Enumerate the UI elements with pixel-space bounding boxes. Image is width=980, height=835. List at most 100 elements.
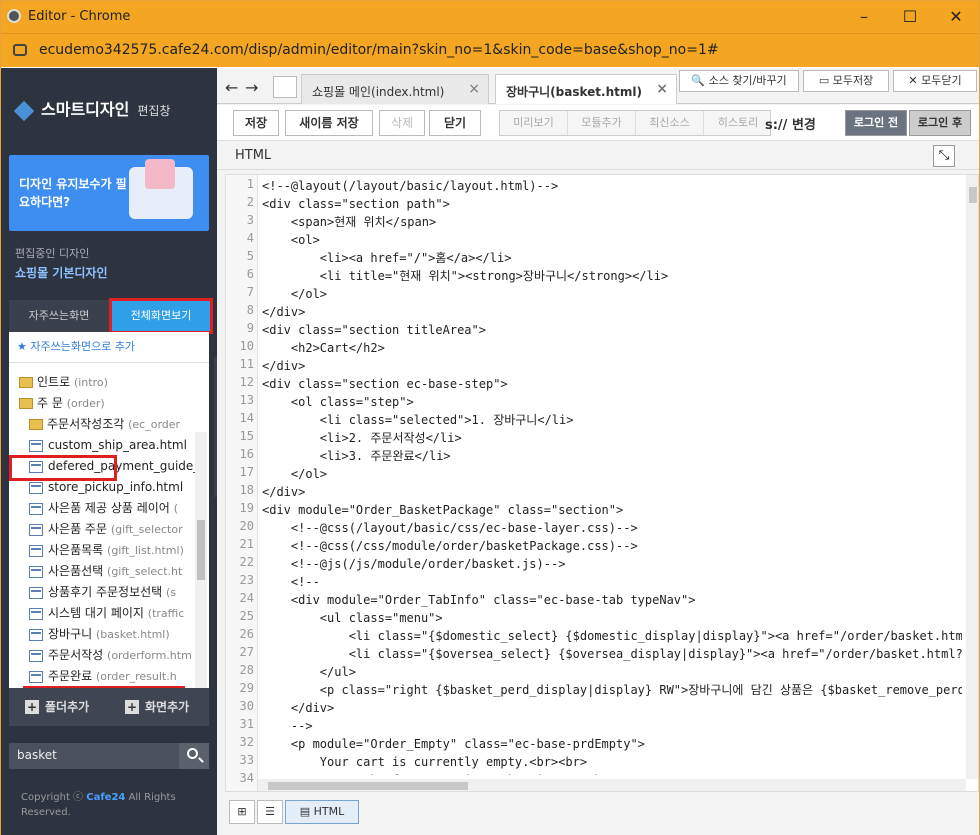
code-line[interactable]: <!-- [262,573,320,591]
tab-index[interactable]: 쇼핑몰 메인(index.html) × [301,74,489,104]
tab-list-icon[interactable] [273,76,297,98]
login-before-button[interactable]: 로그인 전 [845,110,907,136]
promo-banner[interactable]: 디자인 유지보수가 필요하다면? [9,155,209,231]
code-area[interactable]: <!--@layout(/layout/basic/layout.html)--… [262,175,962,775]
minimize-button[interactable]: – [841,1,887,33]
code-line[interactable]: </div> [262,483,305,501]
code-line[interactable]: <!--@layout(/layout/basic/layout.html)--… [262,177,558,195]
tree-item[interactable]: 주문서작성 (orderform.htm [29,645,192,665]
tree-vertical-scrollbar[interactable] [195,432,207,720]
list-view-icon[interactable]: ☰ [257,800,283,824]
code-line[interactable]: <!--@css(/css/module/order/basketPackage… [262,537,638,555]
tab-all-screens[interactable]: 전체화면보기 [109,298,213,334]
code-line[interactable]: <div class="section titleArea"> [262,321,486,339]
editor-vertical-scrollbar[interactable] [966,175,978,779]
code-line[interactable]: <p class="right {$basket_perd_display|di… [262,681,962,699]
close-tab-icon[interactable]: × [656,81,668,97]
scroll-thumb[interactable] [197,520,205,580]
save-all-label: 모두저장 [832,74,874,87]
add-folder-button[interactable]: + 폴더추가 [25,698,89,715]
code-line[interactable]: <span>현재 위치</span> [262,213,436,231]
code-line[interactable]: <li class="{$oversea_select} {$oversea_d… [262,645,962,663]
add-favorite-link[interactable]: ★ 자주쓰는화면으로 추가 [17,338,135,354]
tree-item[interactable]: 주문완료 (order_result.h [29,666,177,686]
code-line[interactable]: </div> [262,303,305,321]
back-arrow-icon[interactable]: ← [225,78,238,97]
close-tab-icon[interactable]: × [468,81,480,97]
code-editor[interactable]: 1 2 3 4 5 6 7 8 9 10 11 12 13 14 15 16 17 18 19 20 21 22 23 24 2… [225,174,979,792]
line-number: 9 [246,321,254,335]
code-line[interactable]: <ol> [262,231,320,249]
code-line[interactable]: <h2>Cart</h2> [262,339,385,357]
code-line[interactable]: </div> [262,357,305,375]
code-line[interactable]: <p module="Order_Empty" class="ec-base-p… [262,735,645,753]
line-number: 6 [246,267,254,281]
code-line[interactable]: <li title="현재 위치"><strong>장바구니</strong><… [262,267,668,285]
code-line[interactable]: </div> [262,699,334,717]
tree-item[interactable]: 사은품선택 (gift_select.ht [29,561,182,581]
preview-button[interactable]: 미리보기 [500,111,568,135]
grid-view-icon[interactable]: ⊞ [229,800,255,824]
forward-arrow-icon[interactable]: → [245,78,258,97]
code-line[interactable]: <a href="/">Continue Shopping</a><br> [262,771,616,775]
add-screen-button[interactable]: + 화면추가 [125,698,189,715]
tree-item[interactable]: 상품후기 주문정보선택 (s [29,582,176,602]
site-info-icon[interactable] [13,44,27,56]
code-line[interactable]: </ul> [262,663,356,681]
code-line[interactable]: <!--@js(/js/module/order/basket.js)--> [262,555,566,573]
latest-source-button[interactable]: 최신소스 [636,111,704,135]
history-button[interactable]: 히스토리 [704,111,772,135]
code-line[interactable]: </ol> [262,465,327,483]
search-button[interactable] [179,743,209,769]
tree-item[interactable]: 사은품목록 (gift_list.html) [29,540,184,560]
close-all-button[interactable]: ✕ 모두닫기 [893,70,977,92]
scroll-thumb[interactable] [969,187,977,203]
tree-label: 사은품목록 [48,543,104,557]
code-line[interactable]: <li>2. 주문서작성</li> [262,429,462,447]
html-mode-button[interactable]: ▤ HTML [285,800,359,824]
line-number: 24 [239,591,254,605]
code-line[interactable]: <li>3. 주문완료</li> [262,447,451,465]
code-line[interactable]: <div module="Order_TabInfo" class="ec-ba… [262,591,696,609]
close-button[interactable]: 닫기 [429,110,481,136]
code-line[interactable]: --> [262,717,313,735]
tree-item[interactable]: custom_ship_area.html [29,435,187,455]
editor-horizontal-scrollbar[interactable] [258,779,966,791]
code-line[interactable]: <ul class="menu"> [262,609,443,627]
code-line[interactable]: <div class="section ec-base-step"> [262,375,508,393]
save-as-button[interactable]: 새이름 저장 [285,110,373,136]
maximize-button[interactable]: ☐ [887,1,933,33]
line-number: 21 [239,537,254,551]
code-line[interactable]: <ol class="step"> [262,393,414,411]
tree-item[interactable]: 사은품 주문 (gift_selector [29,519,183,539]
scroll-thumb[interactable] [268,782,468,790]
tree-folder-order[interactable]: 주 문 (order) [19,393,105,413]
collapse-view-icon[interactable]: ⤡ [933,145,955,167]
code-line[interactable]: <li><a href="/">홈</a></li> [262,249,512,267]
tree-folder-order-pieces[interactable]: 주문서작성조각 (ec_order [29,414,180,434]
tree-item-basket[interactable]: 장바구니 (basket.html) [29,624,170,644]
file-icon [29,481,43,494]
close-window-button[interactable]: ✕ [933,1,979,33]
tree-item[interactable]: 시스템 대기 페이지 (traffic [29,603,184,623]
delete-button[interactable]: 삭제 [379,110,425,136]
save-button[interactable]: 저장 [233,110,279,136]
save-all-button[interactable]: ▭ 모두저장 [803,70,889,92]
code-line[interactable]: Your cart is currently empty.<br><br> [262,753,587,771]
code-line[interactable]: <li class="selected">1. 장바구니</li> [262,411,574,429]
https-change-button[interactable]: s:// 변경 [765,114,816,133]
code-line[interactable]: </ol> [262,285,327,303]
tree-item[interactable]: 사은품 제공 상품 레이어 ( [29,498,178,518]
add-module-button[interactable]: 모듈추가 [568,111,636,135]
code-line[interactable]: <div class="section path"> [262,195,450,213]
login-after-button[interactable]: 로그인 후 [909,110,971,136]
search-input[interactable]: basket [9,743,179,769]
tab-favorites[interactable]: 자주쓰는화면 [9,300,109,332]
url-text[interactable]: ecudemo342575.cafe24.com/disp/admin/edit… [39,42,719,58]
tree-folder-intro[interactable]: 인트로 (intro) [19,372,108,392]
code-line[interactable]: <div module="Order_BasketPackage" class=… [262,501,623,519]
code-line[interactable]: <li class="{$domestic_select} {$domestic… [262,627,962,645]
code-line[interactable]: <!--@css(/layout/basic/css/ec-base-layer… [262,519,638,537]
tab-basket[interactable]: 장바구니(basket.html) × [495,74,677,104]
find-replace-button[interactable]: 🔍 소스 찾기/바꾸기 [679,70,799,92]
